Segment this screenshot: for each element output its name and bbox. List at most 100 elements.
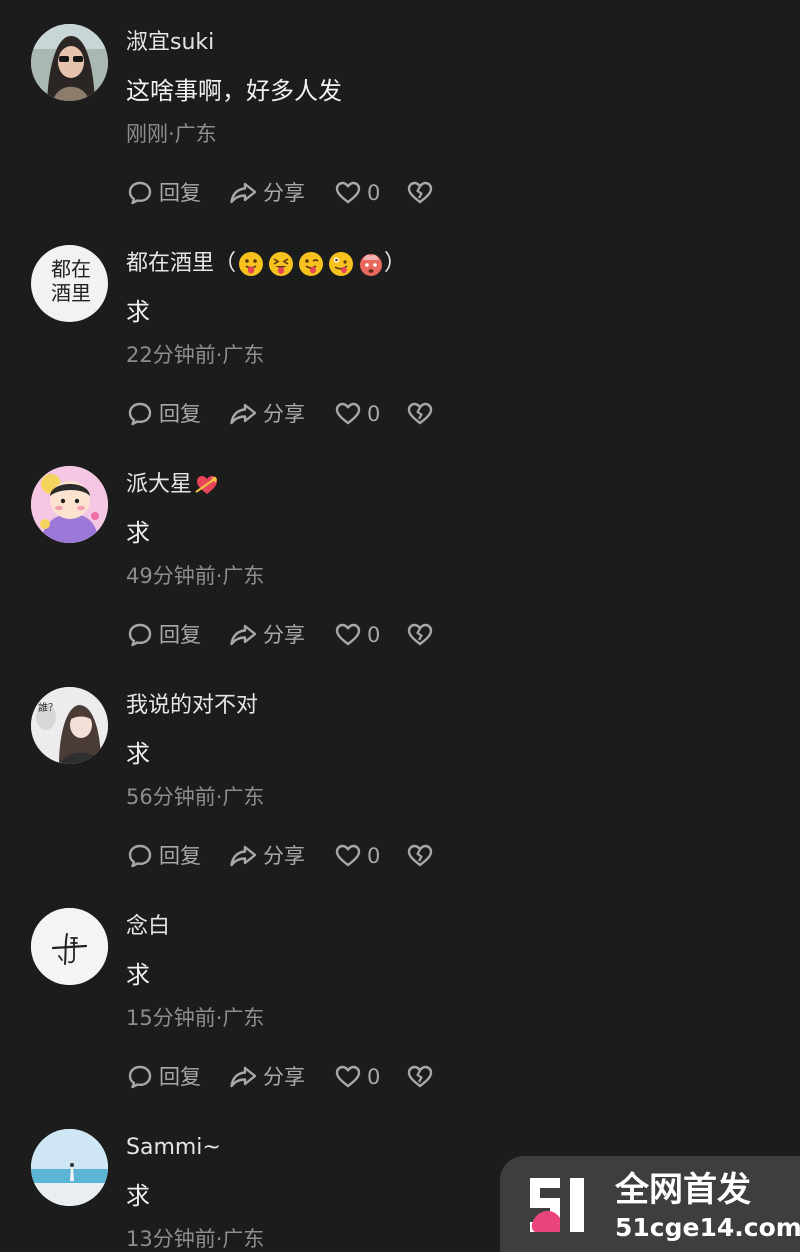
username-text: 派大星 <box>126 472 193 497</box>
tongue-face-emoji-icon <box>239 252 264 276</box>
comment-item: 派大星 求 49分钟前·广东 回复 分享 0 <box>0 442 800 663</box>
comment-text: 求 <box>126 961 150 989</box>
reply-label: 回复 <box>159 181 201 205</box>
username-emojis <box>238 251 384 277</box>
cartoon-girl-icon <box>31 466 108 543</box>
share-label: 分享 <box>263 402 305 426</box>
comment-actions: 回复 分享 0 <box>126 178 436 208</box>
comment-actions: 回复 分享 0 <box>126 399 436 429</box>
beach-scene-icon <box>31 1129 108 1206</box>
share-label: 分享 <box>263 844 305 868</box>
dislike-button[interactable] <box>406 842 436 870</box>
reply-button[interactable]: 回复 <box>126 1063 228 1091</box>
comment-text: 求 <box>126 519 150 547</box>
speech-bubble-icon <box>128 1065 152 1089</box>
winking-tongue-emoji-icon <box>299 252 324 276</box>
reply-label: 回复 <box>159 623 201 647</box>
broken-heart-icon <box>407 623 433 646</box>
share-arrow-icon <box>230 624 257 646</box>
username[interactable]: 念白 <box>126 912 170 942</box>
comment-meta: 49分钟前·广东 <box>126 564 265 588</box>
comment-list: 淑宜suki 这啥事啊，好多人发 刚刚·广东 回复 分享 0 都在酒里 都在酒里… <box>0 0 800 1252</box>
username[interactable]: 都在酒里（ ） <box>126 249 406 279</box>
username-text: 都在酒里（ <box>126 251 237 276</box>
reply-button[interactable]: 回复 <box>126 842 228 870</box>
avatar[interactable]: 誰？ <box>31 687 108 764</box>
speech-bubble-icon <box>128 181 152 205</box>
exploding-head-emoji-icon <box>360 254 383 276</box>
reply-label: 回复 <box>159 402 201 426</box>
avatar[interactable] <box>31 1129 108 1206</box>
portrait-woman-sunglasses-icon <box>31 24 108 101</box>
dislike-button[interactable] <box>406 400 436 428</box>
username[interactable]: Sammi~ <box>126 1133 221 1163</box>
like-count: 0 <box>367 844 381 868</box>
share-arrow-icon <box>230 845 257 867</box>
comment-meta: 13分钟前·广东 <box>126 1227 265 1251</box>
share-arrow-icon <box>230 1066 257 1088</box>
comment-meta: 刚刚·广东 <box>126 122 217 146</box>
comment-item: 淑宜suki 这啥事啊，好多人发 刚刚·广东 回复 分享 0 <box>0 0 800 221</box>
zany-face-emoji-icon <box>329 252 354 276</box>
comment-item: 都在酒里 都在酒里（ ） 求 22分钟前·广东 回复 分享 0 <box>0 221 800 442</box>
broken-heart-icon <box>407 181 433 204</box>
share-button[interactable]: 分享 <box>228 621 334 649</box>
like-count: 0 <box>367 1065 381 1089</box>
avatar[interactable]: 都在酒里 <box>31 245 108 322</box>
dislike-button[interactable] <box>406 179 436 207</box>
share-arrow-icon <box>230 403 257 425</box>
like-button[interactable]: 0 <box>334 400 406 428</box>
like-button[interactable]: 0 <box>334 842 406 870</box>
speech-bubble-icon <box>128 844 152 868</box>
share-button[interactable]: 分享 <box>228 179 334 207</box>
broken-heart-icon <box>407 402 433 425</box>
reply-button[interactable]: 回复 <box>126 179 228 207</box>
dislike-button[interactable] <box>406 1063 436 1091</box>
share-button[interactable]: 分享 <box>228 1063 334 1091</box>
heart-icon <box>335 623 361 646</box>
username[interactable]: 派大星 <box>126 470 220 500</box>
comment-actions: 回复 分享 0 <box>126 620 436 650</box>
comment-actions: 回复 分享 0 <box>126 841 436 871</box>
heart-with-arrow-emoji-icon <box>195 476 218 494</box>
dislike-button[interactable] <box>406 621 436 649</box>
comment-actions: 回复 分享 0 <box>126 1062 436 1092</box>
like-count: 0 <box>367 623 381 647</box>
watermark-title: 全网首发 <box>615 1170 751 1210</box>
heart-icon <box>335 402 361 425</box>
share-button[interactable]: 分享 <box>228 400 334 428</box>
comment-meta: 56分钟前·广东 <box>126 785 265 809</box>
reply-label: 回复 <box>159 1065 201 1089</box>
broken-heart-icon <box>407 844 433 867</box>
watermark-domain: 51cge14.com <box>615 1213 800 1242</box>
site-logo-icon <box>530 1178 584 1232</box>
calligraphy-mark-icon <box>31 908 108 985</box>
comment-text: 求 <box>126 740 150 768</box>
share-button[interactable]: 分享 <box>228 842 334 870</box>
reply-label: 回复 <box>159 844 201 868</box>
username[interactable]: 我说的对不对 <box>126 691 258 721</box>
like-button[interactable]: 0 <box>334 179 406 207</box>
share-label: 分享 <box>263 1065 305 1089</box>
reply-button[interactable]: 回复 <box>126 400 228 428</box>
like-count: 0 <box>367 181 381 205</box>
squinting-tongue-emoji-icon <box>269 252 294 276</box>
username[interactable]: 淑宜suki <box>126 28 214 58</box>
avatar[interactable] <box>31 466 108 543</box>
avatar-calligraphy-text: 都在酒里 <box>51 257 91 305</box>
avatar[interactable] <box>31 908 108 985</box>
comment-meta: 22分钟前·广东 <box>126 343 265 367</box>
share-label: 分享 <box>263 623 305 647</box>
anime-girl-icon <box>31 687 108 764</box>
watermark-badge: 全网首发 51cge14.com <box>500 1156 800 1252</box>
like-button[interactable]: 0 <box>334 621 406 649</box>
avatar[interactable] <box>31 24 108 101</box>
comment-text: 求 <box>126 1182 150 1210</box>
reply-button[interactable]: 回复 <box>126 621 228 649</box>
like-button[interactable]: 0 <box>334 1063 406 1091</box>
heart-icon <box>335 181 361 204</box>
comment-text: 求 <box>126 298 150 326</box>
broken-heart-icon <box>407 1065 433 1088</box>
heart-icon <box>335 1065 361 1088</box>
comment-text: 这啥事啊，好多人发 <box>126 77 342 105</box>
